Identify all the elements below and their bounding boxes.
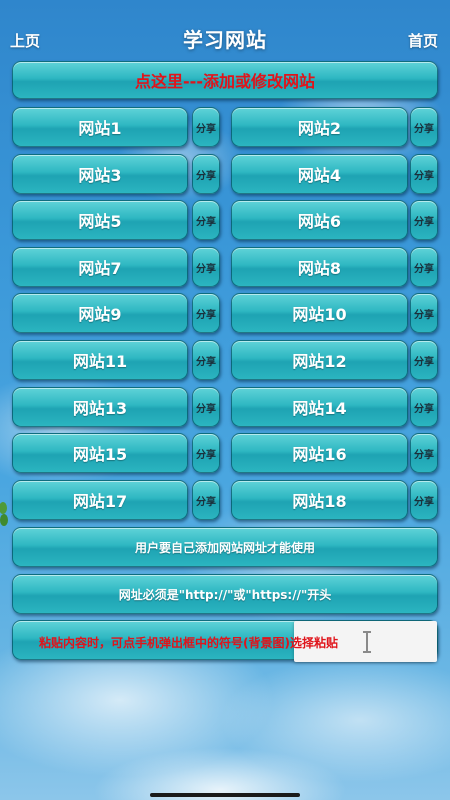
leaf-icon (0, 502, 8, 526)
site-button-5[interactable]: 网站5 (12, 200, 188, 240)
site-button-9[interactable]: 网站9 (12, 293, 188, 333)
site-button-11[interactable]: 网站11 (12, 340, 188, 380)
share-button-14[interactable]: 分享 (410, 387, 438, 427)
site-button-4[interactable]: 网站4 (231, 154, 408, 194)
site-button-16[interactable]: 网站16 (231, 433, 408, 473)
site-button-3[interactable]: 网站3 (12, 154, 188, 194)
share-button-12[interactable]: 分享 (410, 340, 438, 380)
share-button-15[interactable]: 分享 (192, 433, 220, 473)
share-button-7[interactable]: 分享 (192, 247, 220, 287)
site-button-8[interactable]: 网站8 (231, 247, 408, 287)
site-button-10[interactable]: 网站10 (231, 293, 408, 333)
site-button-6[interactable]: 网站6 (231, 200, 408, 240)
share-button-8[interactable]: 分享 (410, 247, 438, 287)
site-button-7[interactable]: 网站7 (12, 247, 188, 287)
paste-tip-text: 粘贴内容时，可点手机弹出框中的符号(背景图)选择粘贴 (39, 636, 338, 650)
text-cursor-icon (363, 631, 371, 653)
share-button-3[interactable]: 分享 (192, 154, 220, 194)
share-button-10[interactable]: 分享 (410, 293, 438, 333)
site-button-2[interactable]: 网站2 (231, 107, 408, 147)
site-button-15[interactable]: 网站15 (12, 433, 188, 473)
share-button-2[interactable]: 分享 (410, 107, 438, 147)
share-button-16[interactable]: 分享 (410, 433, 438, 473)
share-button-6[interactable]: 分享 (410, 200, 438, 240)
home-indicator[interactable] (150, 793, 300, 797)
site-button-13[interactable]: 网站13 (12, 387, 188, 427)
url-prefix-note-button[interactable]: 网址必须是"http://"或"https://"开头 (12, 574, 438, 614)
site-button-14[interactable]: 网站14 (231, 387, 408, 427)
user-add-note-button[interactable]: 用户要自己添加网站网址才能使用 (12, 527, 438, 567)
site-button-1[interactable]: 网站1 (12, 107, 188, 147)
add-or-edit-site-button[interactable]: 点这里---添加或修改网站 (12, 61, 438, 99)
site-button-17[interactable]: 网站17 (12, 480, 188, 520)
share-button-5[interactable]: 分享 (192, 200, 220, 240)
share-button-13[interactable]: 分享 (192, 387, 220, 427)
share-button-18[interactable]: 分享 (410, 480, 438, 520)
share-button-17[interactable]: 分享 (192, 480, 220, 520)
share-button-11[interactable]: 分享 (192, 340, 220, 380)
site-button-12[interactable]: 网站12 (231, 340, 408, 380)
home-page-link[interactable]: 首页 (408, 30, 438, 51)
share-button-1[interactable]: 分享 (192, 107, 220, 147)
site-button-18[interactable]: 网站18 (231, 480, 408, 520)
share-button-4[interactable]: 分享 (410, 154, 438, 194)
top-bar: 上页 学习网站 首页 (0, 22, 450, 56)
share-button-9[interactable]: 分享 (192, 293, 220, 333)
page-title: 学习网站 (183, 28, 267, 52)
